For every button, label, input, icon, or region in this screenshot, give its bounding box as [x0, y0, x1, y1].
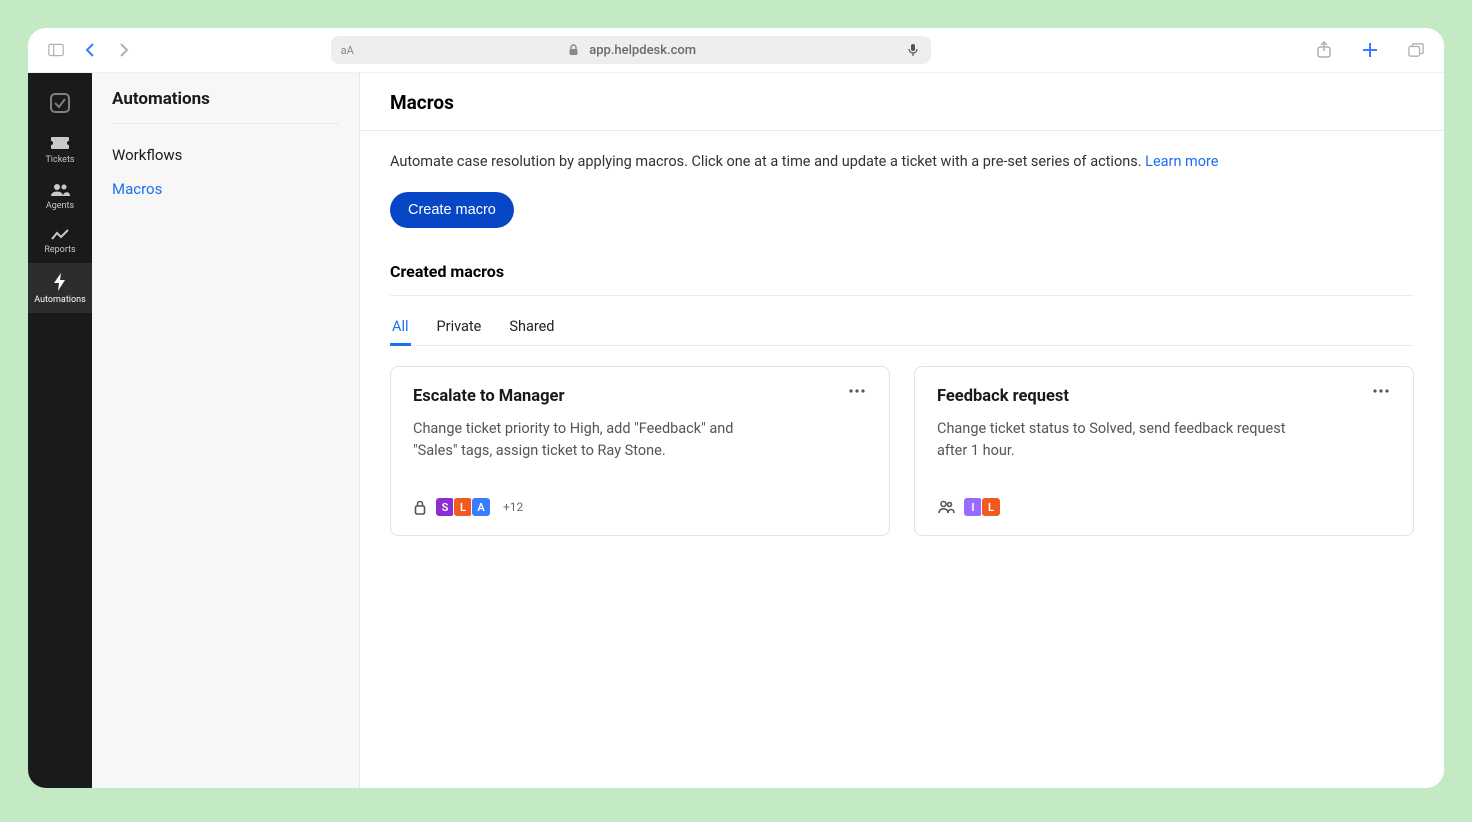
rail-item-label: Reports: [44, 245, 75, 255]
tab-all[interactable]: All: [390, 310, 411, 345]
member-badge: A: [471, 497, 491, 517]
rail-item-label: Agents: [46, 201, 74, 211]
macro-description: Change ticket priority to High, add "Fee…: [413, 418, 773, 463]
address-bar[interactable]: aA app.helpdesk.com: [331, 36, 931, 64]
member-badge: L: [981, 497, 1001, 517]
member-badges: S L A: [435, 497, 491, 517]
member-badge: S: [435, 497, 455, 517]
macro-card[interactable]: Escalate to Manager Change ticket priori…: [390, 366, 890, 536]
team-icon: [937, 500, 955, 514]
learn-more-link[interactable]: Learn more: [1145, 153, 1218, 170]
divider: [112, 123, 339, 124]
reader-mode-icon[interactable]: aA: [341, 44, 354, 57]
member-badges: I L: [963, 497, 1001, 517]
sidebar-title: Automations: [92, 73, 359, 123]
member-badge: I: [963, 497, 983, 517]
back-icon[interactable]: [82, 42, 98, 58]
tab-shared[interactable]: Shared: [507, 310, 556, 345]
divider: [390, 295, 1414, 296]
more-members-count: +12: [503, 500, 523, 514]
lock-icon: [565, 42, 581, 58]
url-text: app.helpdesk.com: [589, 43, 696, 58]
section-title: Created macros: [390, 262, 1414, 281]
sidebar-toggle-icon[interactable]: [48, 42, 64, 58]
app-logo[interactable]: [28, 81, 92, 125]
share-icon[interactable]: [1316, 42, 1332, 58]
create-macro-button[interactable]: Create macro: [390, 192, 514, 228]
more-options-icon[interactable]: [1371, 387, 1391, 395]
macro-card[interactable]: Feedback request Change ticket status to…: [914, 366, 1414, 536]
macro-cards: Escalate to Manager Change ticket priori…: [390, 366, 1414, 536]
filter-tabs: All Private Shared: [390, 310, 1414, 346]
sidebar-link-macros[interactable]: Macros: [92, 172, 359, 206]
sidebar: Automations Workflows Macros: [92, 73, 360, 788]
app-content: Tickets Agents Reports Automations Autom…: [28, 73, 1444, 788]
browser-toolbar: aA app.helpdesk.com: [28, 28, 1444, 73]
rail-item-agents[interactable]: Agents: [28, 173, 92, 219]
more-options-icon[interactable]: [847, 387, 867, 395]
rail-item-automations[interactable]: Automations: [28, 263, 92, 313]
nav-rail: Tickets Agents Reports Automations: [28, 73, 92, 788]
mic-icon[interactable]: [905, 42, 921, 58]
main-panel: Macros Automate case resolution by apply…: [360, 73, 1444, 788]
forward-icon[interactable]: [116, 42, 132, 58]
macro-title: Feedback request: [937, 387, 1069, 406]
rail-item-label: Tickets: [45, 155, 74, 165]
new-tab-icon[interactable]: [1362, 42, 1378, 58]
tab-private[interactable]: Private: [435, 310, 484, 345]
macro-title: Escalate to Manager: [413, 387, 565, 406]
tabs-icon[interactable]: [1408, 42, 1424, 58]
rail-item-tickets[interactable]: Tickets: [28, 125, 92, 173]
sidebar-link-workflows[interactable]: Workflows: [92, 138, 359, 172]
member-badge: L: [453, 497, 473, 517]
intro-text: Automate case resolution by applying mac…: [390, 153, 1414, 170]
page-title: Macros: [360, 73, 1444, 131]
rail-item-reports[interactable]: Reports: [28, 219, 92, 263]
rail-item-label: Automations: [34, 295, 85, 305]
browser-window: aA app.helpdesk.com: [28, 28, 1444, 788]
lock-icon: [413, 500, 427, 515]
macro-description: Change ticket status to Solved, send fee…: [937, 418, 1297, 463]
